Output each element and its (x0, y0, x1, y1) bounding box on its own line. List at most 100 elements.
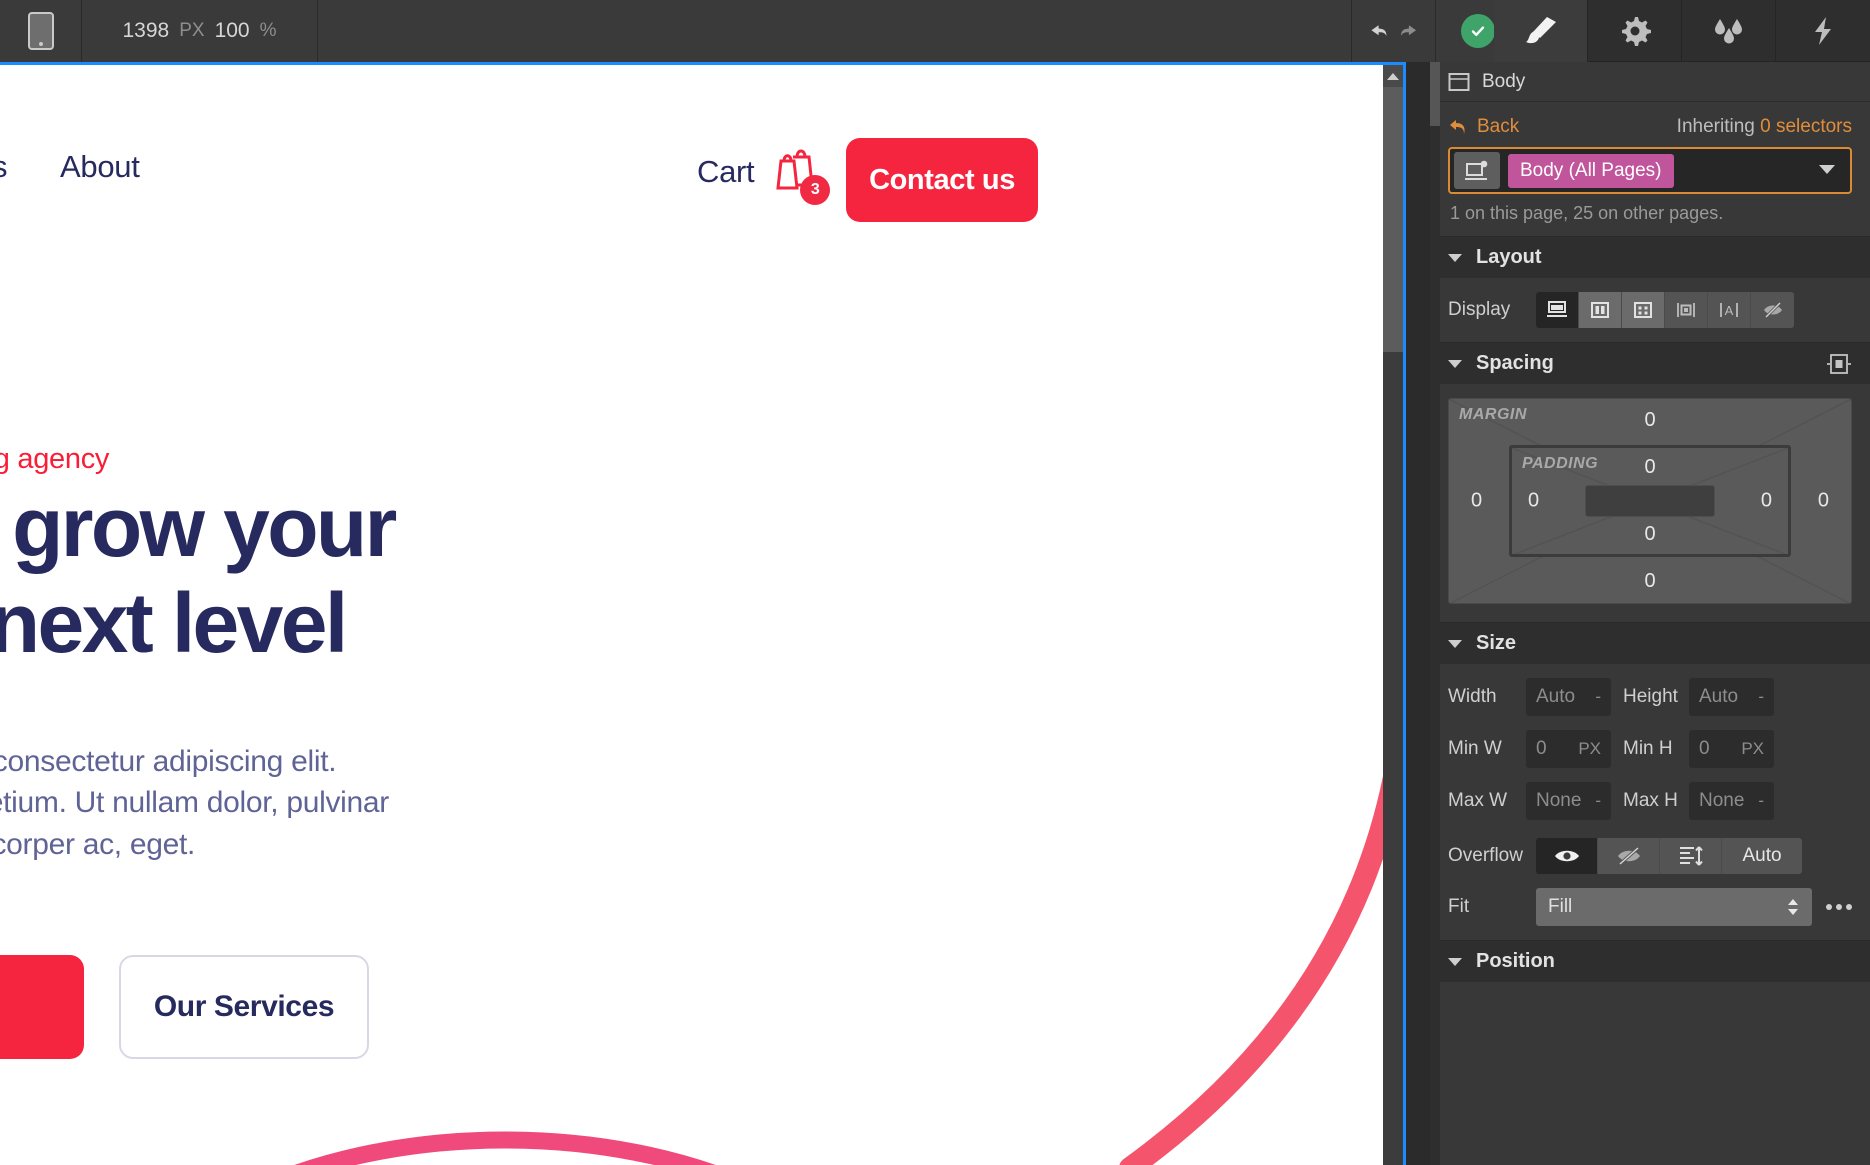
our-services-button[interactable]: Our Services (119, 955, 369, 1059)
cart-count-badge: 3 (800, 175, 830, 205)
min-height-label: Min H (1611, 738, 1689, 760)
hero-heading-line-1: you to grow your (0, 480, 395, 576)
overflow-hidden[interactable] (1598, 838, 1660, 874)
overflow-label: Overflow (1448, 845, 1536, 867)
panel-scrollbar[interactable] (1430, 62, 1440, 1165)
create-class-icon[interactable] (1454, 152, 1500, 189)
nav-link-partial[interactable]: s (0, 149, 7, 185)
more-options-icon[interactable] (1826, 904, 1852, 910)
cart-widget[interactable]: Cart 3 (697, 143, 824, 201)
height-unit: - (1758, 687, 1764, 707)
top-toolbar: 1398 PX 100 % (0, 0, 1870, 62)
margin-bottom-value[interactable]: 0 (1644, 570, 1655, 593)
zoom-unit: % (260, 20, 277, 42)
about-us-button[interactable]: Us (0, 955, 84, 1059)
hero-paragraph-line-3: iverra ullamcorper ac, eget. (0, 824, 389, 865)
padding-bottom-value[interactable]: 0 (1644, 523, 1655, 546)
max-width-input[interactable]: None - (1526, 782, 1611, 820)
min-width-unit: PX (1578, 739, 1601, 759)
display-inline-block[interactable] (1665, 292, 1708, 328)
device-selector-button[interactable] (0, 0, 82, 62)
min-height-unit: PX (1741, 739, 1764, 759)
viewport-width-value[interactable]: 1398 (122, 19, 169, 43)
spacing-section-header[interactable]: Spacing (1430, 342, 1870, 384)
eye-slash-icon (1616, 846, 1642, 866)
overflow-scroll[interactable] (1660, 838, 1722, 874)
fit-value: Fill (1548, 896, 1572, 918)
layout-section-header[interactable]: Layout (1430, 236, 1870, 278)
water-drops-icon (1709, 15, 1749, 47)
display-block[interactable] (1536, 292, 1579, 328)
display-none[interactable] (1751, 292, 1794, 328)
hero-paragraph: or sit amet, consectetur adipiscing elit… (0, 741, 389, 865)
panel-scrollbar-thumb[interactable] (1430, 62, 1440, 126)
max-width-value: None (1536, 790, 1581, 812)
canvas-scrollbar[interactable] (1383, 65, 1403, 1165)
updown-caret-icon (1786, 897, 1800, 917)
display-flex[interactable] (1579, 292, 1622, 328)
undo-arrow-icon[interactable] (1370, 19, 1392, 43)
fit-select[interactable]: Fill (1536, 888, 1812, 926)
hero-heading: you to grow your to the next level (0, 480, 395, 672)
chevron-down-icon[interactable] (1448, 958, 1462, 966)
website-preview[interactable]: s About Cart 3 Contact us (0, 65, 1403, 1165)
hero-heading-line-2: to the next level (0, 576, 395, 672)
min-height-input[interactable]: 0 PX (1689, 730, 1774, 768)
viewport-size-control[interactable]: 1398 PX 100 % (82, 0, 318, 62)
inheriting-count[interactable]: 0 selectors (1760, 116, 1852, 137)
redo-arrow-icon[interactable] (1396, 19, 1418, 43)
max-width-height-row: Max W None - Max H None - (1448, 782, 1852, 820)
padding-top-value[interactable]: 0 (1644, 456, 1655, 479)
margin-left-value[interactable]: 0 (1471, 490, 1482, 513)
height-input[interactable]: Auto - (1689, 678, 1774, 716)
width-input[interactable]: Auto - (1526, 678, 1611, 716)
contact-us-button[interactable]: Contact us (846, 138, 1038, 222)
settings-panel-tab[interactable] (1588, 0, 1682, 62)
selector-input-box[interactable]: Body (All Pages) (1448, 147, 1852, 194)
interactions-panel-tab[interactable] (1682, 0, 1776, 62)
effects-panel-tab[interactable] (1776, 0, 1870, 62)
margin-top-value[interactable]: 0 (1644, 409, 1655, 432)
layout-section-body: Display (1430, 278, 1870, 342)
margin-right-value[interactable]: 0 (1818, 490, 1829, 513)
overflow-auto[interactable]: Auto (1722, 838, 1802, 874)
display-row: Display (1448, 292, 1852, 328)
fit-label: Fit (1448, 896, 1536, 918)
padding-box[interactable]: PADDING 0 0 0 0 (1509, 445, 1791, 557)
back-button[interactable]: Back (1448, 116, 1519, 138)
padding-left-value[interactable]: 0 (1528, 490, 1539, 513)
chevron-down-icon[interactable] (1818, 162, 1836, 180)
display-inline[interactable]: A (1708, 292, 1751, 328)
chevron-down-icon[interactable] (1448, 360, 1462, 368)
display-grid[interactable] (1622, 292, 1665, 328)
inline-text-icon: A (1718, 300, 1740, 320)
margin-box[interactable]: MARGIN 0 0 0 0 PADDING 0 0 0 0 (1448, 398, 1852, 604)
inline-block-icon (1675, 300, 1697, 320)
style-panel-tab[interactable] (1494, 0, 1588, 62)
nav-link-about[interactable]: About (60, 149, 140, 185)
position-section-header[interactable]: Position (1430, 940, 1870, 982)
chevron-down-icon[interactable] (1448, 254, 1462, 262)
size-section-header[interactable]: Size (1430, 622, 1870, 664)
design-canvas-frame[interactable]: s About Cart 3 Contact us (0, 62, 1406, 1165)
grid-icon (1632, 300, 1654, 320)
size-section-title: Size (1476, 632, 1516, 655)
canvas-scrollbar-thumb[interactable] (1383, 87, 1403, 352)
shopping-bags-icon[interactable]: 3 (768, 143, 824, 201)
scroll-up-arrow-icon[interactable] (1383, 65, 1403, 87)
min-width-input[interactable]: 0 PX (1526, 730, 1611, 768)
undo-redo-group[interactable] (1352, 0, 1436, 62)
selector-tag-body[interactable]: Body (All Pages) (1508, 154, 1674, 188)
overflow-visible[interactable] (1536, 838, 1598, 874)
max-height-label: Max H (1611, 790, 1689, 812)
block-icon (1546, 300, 1568, 320)
element-body-icon (1448, 72, 1470, 92)
min-width-label: Min W (1448, 738, 1526, 760)
zoom-value[interactable]: 100 (215, 19, 250, 43)
overflow-options: Auto (1536, 838, 1802, 874)
padding-right-value[interactable]: 0 (1761, 490, 1772, 513)
chevron-down-icon[interactable] (1448, 640, 1462, 648)
max-height-input[interactable]: None - (1689, 782, 1774, 820)
spacing-expand-icon[interactable] (1826, 352, 1852, 376)
position-section-title: Position (1476, 950, 1555, 973)
